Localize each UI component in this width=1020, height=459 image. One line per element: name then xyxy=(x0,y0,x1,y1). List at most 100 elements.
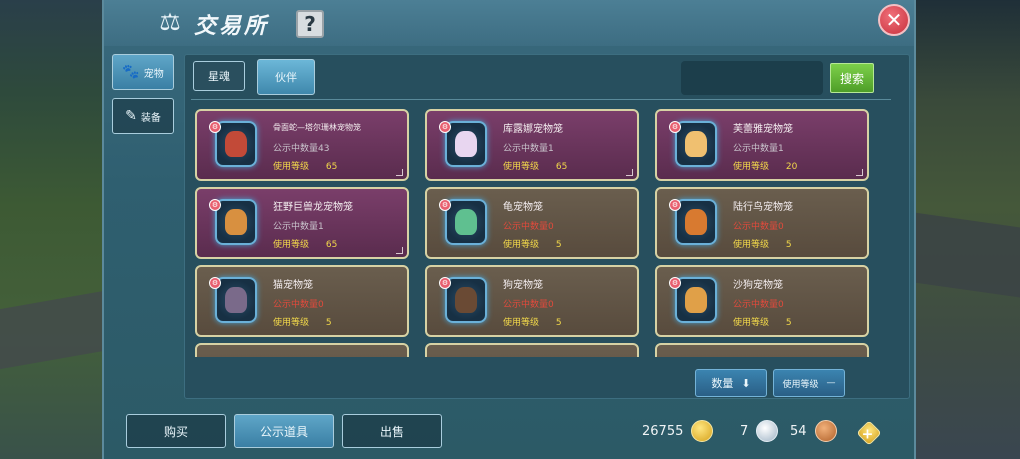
item-level: 使用等级 65 xyxy=(503,159,567,172)
pet-cage-icon xyxy=(215,277,257,323)
item-card[interactable]: ⚙ 狂野巨兽龙宠物笼 公示中数量1 使用等级 65 xyxy=(195,187,409,259)
badge-icon: ⚙ xyxy=(439,277,451,289)
gold-coin-icon xyxy=(691,420,714,442)
tab-sell[interactable]: 出售 xyxy=(342,414,442,448)
item-name: 库露娜宠物笼 xyxy=(503,124,563,135)
tab-buy[interactable]: 购买 xyxy=(126,414,226,448)
level-label: 使用等级 xyxy=(503,318,540,328)
pet-portrait xyxy=(455,131,477,157)
level-value: 5 xyxy=(555,240,562,250)
pet-cage-icon xyxy=(445,121,487,167)
item-level: 使用等级 5 xyxy=(733,315,792,328)
item-card[interactable]: ⚙ 沙狗宠物笼 公示中数量0 使用等级 5 xyxy=(655,265,869,337)
level-label: 使用等级 xyxy=(503,162,540,172)
tab-public-items[interactable]: 公示道具 xyxy=(234,414,334,448)
pet-portrait xyxy=(225,131,247,157)
listing-panel: 星魂 伙伴 搜索 ⚙ 骨面蛇—塔尔珊林宠物笼 公示中数量43 使用等级 65 ⚙… xyxy=(184,54,910,399)
item-card[interactable]: ⚙ 陆行鸟宠物笼 公示中数量0 使用等级 5 xyxy=(655,187,869,259)
corner-mark-icon xyxy=(396,247,403,254)
pet-portrait xyxy=(455,287,477,313)
item-name: 骨面蛇—塔尔珊林宠物笼 xyxy=(273,123,361,132)
item-card[interactable]: ⚙ 库露娜宠物笼 公示中数量1 使用等级 65 xyxy=(425,109,639,181)
item-quantity: 公示中数量0 xyxy=(503,300,554,310)
pet-portrait xyxy=(685,131,707,157)
item-card[interactable]: ⚙ 猫宠物笼 公示中数量0 使用等级 5 xyxy=(195,265,409,337)
item-grid[interactable]: ⚙ 骨面蛇—塔尔珊林宠物笼 公示中数量43 使用等级 65 ⚙ 库露娜宠物笼 公… xyxy=(195,109,875,357)
badge-icon: ⚙ xyxy=(669,199,681,211)
pet-cage-icon xyxy=(675,277,717,323)
item-quantity: 公示中数量43 xyxy=(273,144,330,154)
badge-icon: ⚙ xyxy=(209,199,221,211)
level-label: 使用等级 xyxy=(733,162,770,172)
item-quantity: 公示中数量1 xyxy=(503,144,554,154)
sub-tab-partner[interactable]: 伙伴 xyxy=(257,59,315,95)
pet-portrait xyxy=(455,209,477,235)
item-name: 龟宠物笼 xyxy=(503,202,543,213)
item-name: 芙蕾雅宠物笼 xyxy=(733,124,793,135)
item-quantity: 公示中数量1 xyxy=(273,222,324,232)
close-button[interactable]: ✕ xyxy=(878,4,910,36)
search-button[interactable]: 搜索 xyxy=(830,63,874,93)
side-tab-pets[interactable]: 🐾 宠物 xyxy=(112,54,174,90)
gold-amount: 26755 xyxy=(642,423,684,439)
item-quantity: 公示中数量0 xyxy=(733,222,784,232)
divider xyxy=(191,99,891,100)
level-value: 65 xyxy=(325,240,338,250)
badge-icon: ⚙ xyxy=(439,199,451,211)
corner-mark-icon xyxy=(856,169,863,176)
item-card[interactable] xyxy=(655,343,869,357)
pet-cage-icon xyxy=(675,199,717,245)
pet-portrait xyxy=(225,287,247,313)
level-label: 使用等级 xyxy=(733,318,770,328)
side-tab-label: 宠物 xyxy=(143,68,164,80)
level-label: 使用等级 xyxy=(273,240,310,250)
gold-currency: 26755 xyxy=(642,420,714,442)
exchange-window: ⚖ 交易所 ? ✕ 🐾 宠物 ✎ 装备 星魂 伙伴 搜索 ⚙ 骨面蛇—塔尔珊林宠… xyxy=(102,0,916,459)
silver-amount: 7 xyxy=(740,423,749,439)
sort-level-button[interactable]: 使用等级 — xyxy=(773,369,845,397)
level-label: 使用等级 xyxy=(273,318,310,328)
badge-icon: ⚙ xyxy=(209,277,221,289)
level-label: 使用等级 xyxy=(503,240,540,250)
badge-icon: ⚙ xyxy=(669,277,681,289)
item-level: 使用等级 5 xyxy=(733,237,792,250)
item-quantity: 公示中数量0 xyxy=(273,300,324,310)
level-value: 20 xyxy=(785,162,798,172)
level-label: 使用等级 xyxy=(733,240,770,250)
level-value: 5 xyxy=(785,318,792,328)
side-tab-label: 装备 xyxy=(140,112,161,124)
scale-icon: ⚖ xyxy=(159,8,181,36)
item-card[interactable]: ⚙ 龟宠物笼 公示中数量0 使用等级 5 xyxy=(425,187,639,259)
item-card[interactable]: ⚙ 芙蕾雅宠物笼 公示中数量1 使用等级 20 xyxy=(655,109,869,181)
item-quantity: 公示中数量0 xyxy=(503,222,554,232)
pet-portrait xyxy=(685,209,707,235)
bronze-coin-icon xyxy=(814,420,837,442)
pet-cage-icon xyxy=(445,277,487,323)
pet-portrait xyxy=(685,287,707,313)
pet-cage-icon xyxy=(675,121,717,167)
level-label: 使用等级 xyxy=(273,162,310,172)
item-card[interactable]: ⚙ 骨面蛇—塔尔珊林宠物笼 公示中数量43 使用等级 65 xyxy=(195,109,409,181)
item-card[interactable]: ⚙ 狗宠物笼 公示中数量0 使用等级 5 xyxy=(425,265,639,337)
corner-mark-icon xyxy=(626,169,633,176)
item-card[interactable] xyxy=(425,343,639,357)
help-button[interactable]: ? xyxy=(296,10,324,38)
item-level: 使用等级 20 xyxy=(733,159,797,172)
corner-mark-icon xyxy=(396,169,403,176)
level-value: 5 xyxy=(785,240,792,250)
pet-portrait xyxy=(225,209,247,235)
search-input[interactable] xyxy=(681,61,823,95)
minus-icon: — xyxy=(826,378,836,388)
sub-tab-star-soul[interactable]: 星魂 xyxy=(193,61,245,91)
add-currency-button[interactable]: + xyxy=(856,420,882,446)
edit-icon: ✎ xyxy=(125,108,137,124)
sort-quantity-button[interactable]: 数量 ⬇ xyxy=(695,369,767,397)
level-value: 65 xyxy=(325,162,338,172)
sort-label: 数量 xyxy=(711,377,734,390)
badge-icon: ⚙ xyxy=(209,121,221,133)
item-card[interactable] xyxy=(195,343,409,357)
bronze-currency: 54 xyxy=(790,420,837,442)
plus-icon: + xyxy=(856,420,882,446)
side-tab-equipment[interactable]: ✎ 装备 xyxy=(112,98,174,134)
level-value: 65 xyxy=(555,162,568,172)
